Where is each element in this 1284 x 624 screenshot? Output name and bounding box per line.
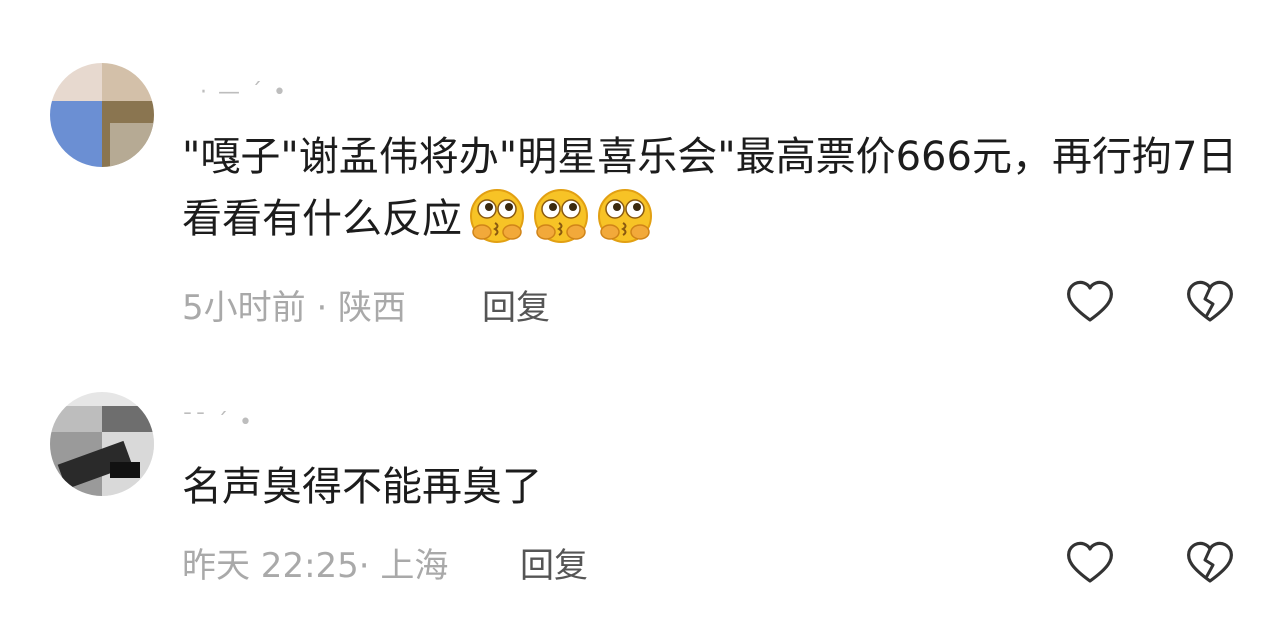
- comment-time-location: 昨天 22:25· 上海: [182, 546, 449, 586]
- reply-button[interactable]: 回复: [520, 538, 588, 587]
- user-avatar[interactable]: [50, 392, 154, 496]
- broken-heart-outline-icon: [1186, 541, 1234, 583]
- like-button[interactable]: [1064, 536, 1116, 624]
- username[interactable]: ˉˉ ˊ •: [182, 410, 254, 435]
- comment-text: 名声臭得不能再臭了: [182, 456, 1242, 518]
- comment-text-content: 名声臭得不能再臭了: [182, 464, 542, 510]
- heart-outline-icon: [1066, 541, 1114, 583]
- dislike-button[interactable]: [1184, 536, 1236, 624]
- comment-item: ˉˉ ˊ • 名声臭得不能再臭了 昨天 22:25· 上海 回复: [0, 0, 1284, 624]
